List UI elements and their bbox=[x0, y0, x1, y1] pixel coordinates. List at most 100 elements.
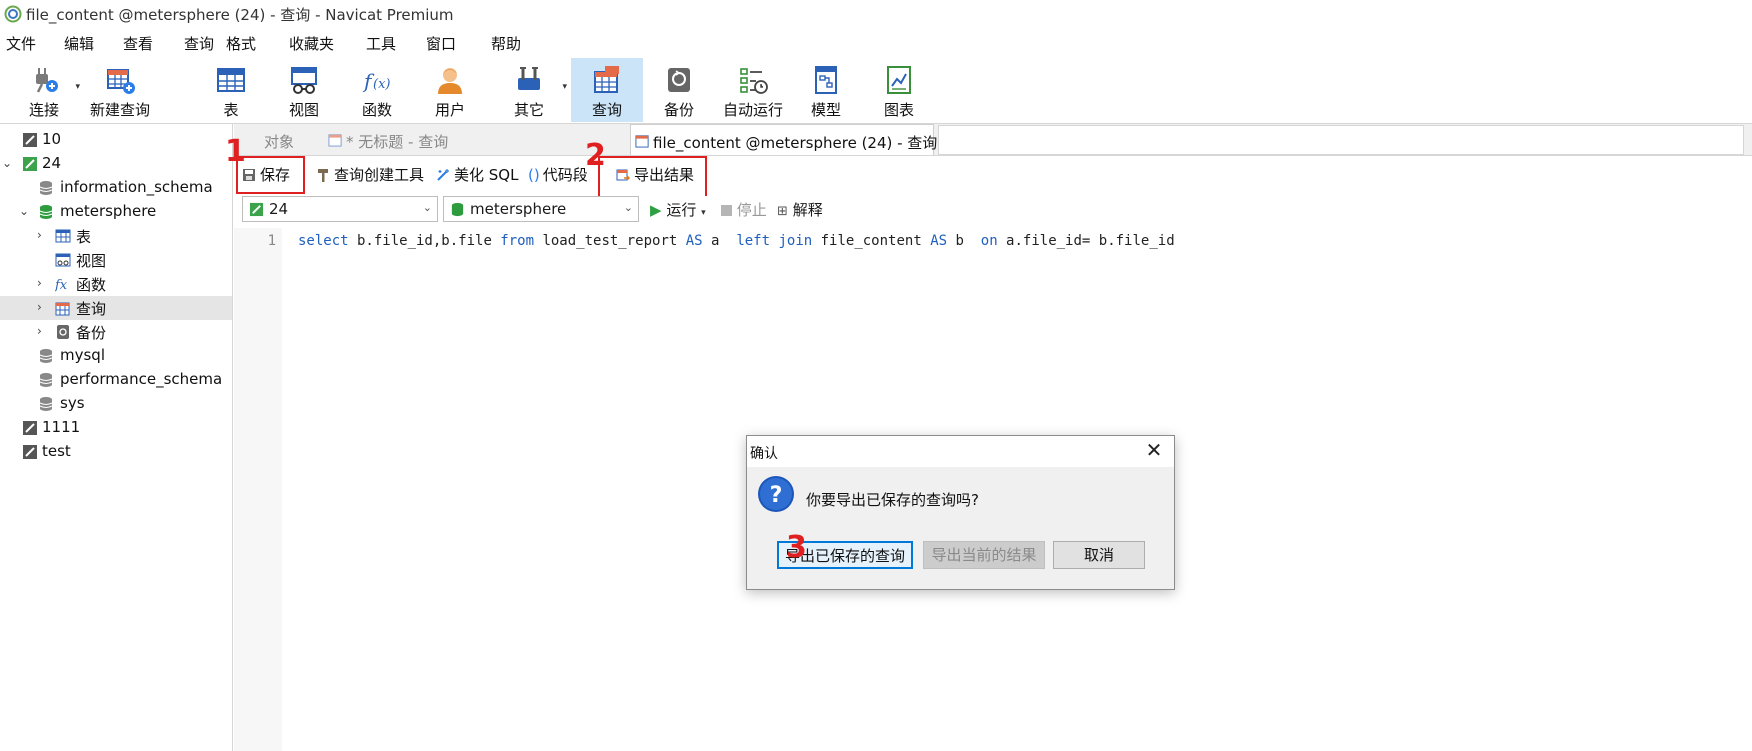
backup-button[interactable]: 备份 bbox=[651, 58, 707, 122]
code-snippet-button[interactable]: () 代码段 bbox=[528, 164, 588, 188]
tree-backups[interactable]: › 备份 bbox=[0, 320, 232, 344]
chevron-right-icon[interactable]: › bbox=[37, 300, 49, 314]
close-icon[interactable]: ✕ bbox=[1142, 439, 1166, 463]
tree-db-metersphere[interactable]: ⌄ metersphere bbox=[0, 200, 232, 224]
menu-window[interactable]: 窗口 bbox=[426, 33, 456, 54]
sql-text: b.file_id,b.file bbox=[348, 233, 501, 249]
tree-views[interactable]: 视图 bbox=[0, 248, 232, 272]
chevron-right-icon[interactable]: › bbox=[37, 324, 49, 338]
chevron-down-icon[interactable]: ▾ bbox=[701, 208, 706, 218]
backup-icon bbox=[57, 325, 69, 339]
tree-connection-24[interactable]: ⌄ 24 bbox=[0, 152, 232, 176]
sql-code-line[interactable]: select b.file_id,b.file from load_test_r… bbox=[298, 233, 1175, 249]
menu-view[interactable]: 查看 bbox=[123, 33, 153, 54]
export-current-result-button[interactable]: 导出当前的结果 bbox=[923, 541, 1045, 569]
chevron-down-icon[interactable]: ▾ bbox=[75, 82, 80, 92]
confirm-dialog: 确认 ✕ ? 你要导出已保存的查询吗? 导出已保存的查询 导出当前的结果 取消 bbox=[746, 435, 1175, 590]
line-number: 1 bbox=[267, 233, 276, 249]
stop-button[interactable]: 停止 bbox=[721, 199, 767, 220]
menu-help[interactable]: 帮助 bbox=[491, 33, 521, 54]
dialog-title-bar: 确认 ✕ bbox=[747, 436, 1174, 467]
query-icon bbox=[594, 66, 619, 93]
menu-edit[interactable]: 编辑 bbox=[64, 33, 94, 54]
explain-label: 解释 bbox=[792, 201, 823, 219]
database-icon bbox=[39, 397, 53, 411]
chevron-down-icon[interactable]: ⌄ bbox=[19, 204, 31, 218]
tab-untitled-query[interactable]: * 无标题 - 查询 bbox=[324, 124, 624, 155]
table-label: 表 bbox=[223, 101, 239, 119]
menu-file[interactable]: 文件 bbox=[6, 33, 36, 54]
automation-button[interactable]: 自动运行 bbox=[719, 58, 787, 122]
other-button[interactable]: 其它 ▾ bbox=[501, 58, 567, 122]
tree-label: 24 bbox=[42, 154, 62, 172]
query-builder-button[interactable]: 查询创建工具 bbox=[316, 164, 424, 188]
tree-label: test bbox=[42, 442, 71, 460]
question-icon: ? bbox=[758, 476, 794, 512]
tree-tables[interactable]: › 表 bbox=[0, 224, 232, 248]
view-icon bbox=[291, 67, 317, 94]
tree-db-information-schema[interactable]: information_schema bbox=[0, 176, 232, 200]
svg-text:(x): (x) bbox=[373, 77, 390, 92]
function-label: 函数 bbox=[361, 101, 392, 119]
dialog-title: 确认 bbox=[750, 446, 778, 462]
run-button[interactable]: ▶ 运行 ▾ bbox=[650, 199, 706, 220]
svg-text:?: ? bbox=[770, 483, 783, 508]
beautify-sql-button[interactable]: 美化 SQL bbox=[436, 164, 518, 188]
automation-label: 自动运行 bbox=[722, 101, 783, 119]
model-label: 模型 bbox=[810, 101, 841, 119]
chart-icon bbox=[887, 66, 911, 94]
tab-file-content-query[interactable]: file_content @metersphere (24) - 查询 bbox=[630, 124, 937, 155]
table-button[interactable]: 表 bbox=[203, 58, 259, 122]
code-snippet-label: 代码段 bbox=[542, 166, 588, 184]
table-icon bbox=[217, 68, 245, 92]
tree-db-performance-schema[interactable]: performance_schema bbox=[0, 368, 232, 392]
connection-select-value: 24 bbox=[269, 200, 289, 218]
menu-tools[interactable]: 工具 bbox=[366, 33, 396, 54]
tree-label: 查询 bbox=[76, 300, 107, 318]
view-button[interactable]: 视图 bbox=[276, 58, 332, 122]
chevron-down-icon: ⌄ bbox=[422, 201, 432, 214]
table-icon bbox=[55, 229, 71, 243]
connection-icon bbox=[23, 133, 37, 147]
connect-label: 连接 bbox=[28, 101, 59, 119]
connect-button[interactable]: 连接 ▾ bbox=[16, 58, 80, 122]
tree-queries[interactable]: › 查询 bbox=[0, 296, 232, 320]
menu-format[interactable]: 格式 bbox=[226, 33, 256, 54]
tree-db-sys[interactable]: sys bbox=[0, 392, 232, 416]
tree-functions[interactable]: › fx 函数 bbox=[0, 272, 232, 296]
tree-connection-10[interactable]: 10 bbox=[0, 128, 232, 152]
new-query-button[interactable]: 新建查询 bbox=[88, 58, 152, 122]
annotation-number-1: 1 bbox=[225, 134, 246, 169]
connection-select[interactable]: 24 ⌄ bbox=[242, 196, 438, 222]
query-selector-row: 24 ⌄ metersphere ⌄ ▶ 运行 ▾ 停止 ⊞ 解释 bbox=[234, 196, 1752, 226]
chevron-right-icon[interactable]: › bbox=[37, 276, 49, 290]
tab-label: 对象 bbox=[264, 133, 295, 151]
tree-connection-1111[interactable]: 1111 bbox=[0, 416, 232, 440]
tab-strip-empty bbox=[938, 125, 1744, 155]
tree-label: mysql bbox=[60, 346, 105, 364]
user-button[interactable]: 用户 bbox=[422, 58, 478, 122]
chevron-right-icon[interactable]: › bbox=[37, 228, 49, 242]
tab-objects[interactable]: 对象 bbox=[234, 124, 322, 155]
query-button[interactable]: 查询 bbox=[571, 58, 643, 122]
cancel-button[interactable]: 取消 bbox=[1053, 541, 1145, 569]
database-select[interactable]: metersphere ⌄ bbox=[443, 196, 639, 222]
sql-keyword: from bbox=[500, 233, 535, 249]
backup-label: 备份 bbox=[663, 101, 694, 119]
sql-keyword: select bbox=[298, 233, 349, 249]
tree-connection-test[interactable]: test bbox=[0, 440, 232, 464]
function-icon: f (x) bbox=[362, 69, 390, 93]
chevron-down-icon[interactable]: ▾ bbox=[562, 82, 567, 92]
chevron-down-icon[interactable]: ⌄ bbox=[2, 156, 14, 170]
menu-query[interactable]: 查询 bbox=[184, 33, 214, 54]
database-icon bbox=[39, 181, 53, 195]
tree-label: 表 bbox=[76, 228, 92, 246]
chart-button[interactable]: 图表 bbox=[871, 58, 927, 122]
explain-button[interactable]: ⊞ 解释 bbox=[777, 199, 823, 220]
function-button[interactable]: f (x) 函数 bbox=[349, 58, 405, 122]
model-button[interactable]: 模型 bbox=[798, 58, 854, 122]
dialog-message: 你要导出已保存的查询吗? bbox=[806, 491, 979, 509]
query-icon bbox=[635, 135, 649, 148]
menu-favorites[interactable]: 收藏夹 bbox=[289, 33, 334, 54]
tree-db-mysql[interactable]: mysql bbox=[0, 344, 232, 368]
